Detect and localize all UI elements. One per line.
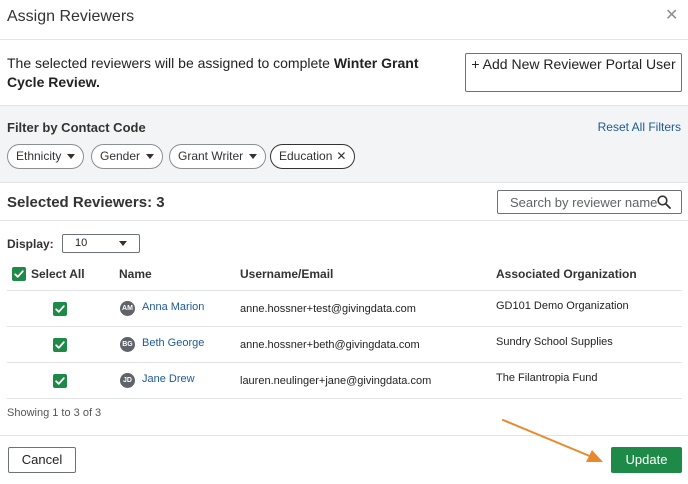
pagination-summary: Showing 1 to 3 of 3 [7,407,102,419]
avatar: JD [120,373,135,388]
reviewer-search [497,190,682,214]
chip-label: Gender [100,149,141,163]
caret-down-icon [146,154,155,159]
display-label: Display: [7,237,54,251]
reviewer-email: lauren.neulinger+jane@givingdata.com [240,375,432,387]
check-icon [55,377,65,385]
reviewer-name-link[interactable]: Anna Marion [142,301,204,313]
dialog-header: Assign Reviewers ✕ [0,0,688,40]
divider [0,220,688,221]
select-all-header[interactable]: Select All [12,266,85,281]
row-checkbox[interactable] [53,374,67,388]
filter-chip-gender[interactable]: Gender [91,144,164,169]
reviewer-search-input[interactable] [498,191,658,213]
reviewer-email: anne.hossner+beth@givingdata.com [240,339,420,351]
caret-down-icon [119,241,127,246]
dialog-title: Assign Reviewers [7,8,135,25]
filter-chip-education[interactable]: Education ✕ [270,144,356,169]
table-row: AM Anna Marion anne.hossner+test@givingd… [0,291,688,327]
chip-label: Grant Writer [178,149,244,163]
table-divider [7,398,682,399]
column-header-name: Name [119,267,152,281]
chip-label: Education [279,149,333,163]
check-icon [55,305,65,313]
table-row: JD Jane Drew lauren.neulinger+jane@givin… [0,363,688,399]
row-checkbox[interactable] [53,338,67,352]
display-count-value: 10 [75,237,88,249]
reset-all-filters-link[interactable]: Reset All Filters [598,120,681,134]
select-all-checkbox[interactable] [12,266,26,281]
filter-title: Filter by Contact Code [7,120,146,135]
add-reviewer-label: + Add New Reviewer Portal User [471,56,676,72]
remove-filter-icon[interactable]: ✕ [336,149,346,163]
filter-panel: Filter by Contact Code Reset All Filters… [0,105,688,183]
reviewer-name-link[interactable]: Jane Drew [142,373,195,385]
caret-down-icon [249,154,258,159]
update-button[interactable]: Update [611,447,682,473]
intro-text: The selected reviewers will be assigned … [7,54,452,92]
avatar: BG [120,337,135,352]
reviewer-name-link[interactable]: Beth George [142,337,204,349]
footer-divider [0,435,688,436]
filter-chip-ethnicity[interactable]: Ethnicity [7,144,85,169]
select-all-label: Select All [31,266,85,281]
avatar: AM [120,301,135,316]
intro-text-prefix: The selected reviewers will be assigned … [7,55,334,71]
close-icon[interactable]: ✕ [665,8,679,24]
caret-down-icon [67,154,76,159]
check-icon [14,270,24,278]
cancel-button[interactable]: Cancel [8,447,76,473]
reviewer-organization: Sundry School Supplies [496,336,613,348]
reviewer-organization: The Filantropia Fund [496,372,598,384]
display-count-select[interactable]: 10 [62,234,140,253]
selected-reviewers-title: Selected Reviewers: 3 [7,194,165,211]
column-header-organization: Associated Organization [496,267,637,281]
column-header-email: Username/Email [240,267,334,281]
add-reviewer-portal-user-button[interactable]: + Add New Reviewer Portal User [465,53,682,92]
filter-chip-grant-writer[interactable]: Grant Writer [169,144,267,169]
row-checkbox[interactable] [53,302,67,316]
check-icon [55,341,65,349]
search-icon[interactable] [657,195,671,209]
table-row: BG Beth George anne.hossner+beth@givingd… [0,327,688,363]
chip-label: Ethnicity [16,149,62,163]
reviewer-email: anne.hossner+test@givingdata.com [240,303,416,315]
reviewer-organization: GD101 Demo Organization [496,300,629,312]
